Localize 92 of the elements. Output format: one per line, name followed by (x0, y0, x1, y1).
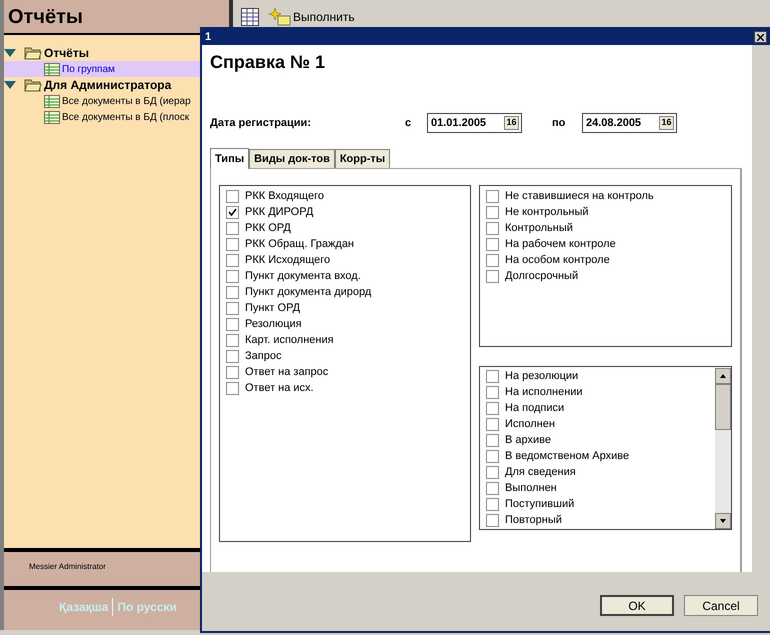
close-icon (757, 34, 764, 40)
field-label: с (405, 116, 412, 131)
checkbox[interactable] (226, 254, 239, 266)
star-icon (269, 8, 291, 26)
panel-title: Отчёты (8, 4, 83, 30)
checkbox-label: Выполнен (505, 480, 557, 496)
checkbox-label: Пункт документа вход. (245, 268, 361, 284)
checkbox-label: РКК ДИРОРД (245, 204, 314, 220)
table-icon (44, 62, 60, 76)
checkbox[interactable] (226, 318, 239, 330)
grid-icon[interactable] (241, 8, 259, 26)
scrollbar[interactable] (715, 368, 731, 529)
checkbox-label: РКК Входящего (245, 188, 324, 204)
checkbox-label: В ведомственом Архиве (505, 448, 630, 464)
checkbox[interactable] (486, 402, 499, 414)
checkbox[interactable] (226, 190, 239, 202)
checkbox[interactable] (226, 206, 239, 218)
calendar-button[interactable]: 16 (659, 116, 674, 130)
checkbox-label: Пункт документа дирорд (245, 284, 372, 300)
scroll-thumb[interactable] (715, 384, 731, 430)
checkbox[interactable] (486, 386, 499, 398)
checkbox[interactable] (226, 302, 239, 314)
checkbox[interactable] (226, 366, 239, 378)
checkbox[interactable] (486, 254, 499, 266)
window-title: 1 (205, 30, 212, 45)
checkbox[interactable] (486, 482, 499, 494)
checkbox[interactable] (486, 270, 499, 282)
folder-icon (24, 46, 42, 60)
close-button[interactable] (754, 31, 767, 43)
field-label: Дата регистрации: (210, 116, 312, 131)
checkbox-label: Резолюция (245, 316, 302, 332)
checkbox-label: Не контрольный (505, 204, 589, 220)
expanded-triangle-icon[interactable] (4, 81, 16, 89)
checkbox-label: Не ставившиеся на контроль (505, 188, 654, 204)
checkbox[interactable] (486, 498, 499, 510)
checkbox-label: Контрольный (505, 220, 573, 236)
checkbox-label: РКК ОРД (245, 220, 291, 236)
run-button[interactable]: Выполнить (269, 8, 355, 26)
checkbox-label: Для сведения (505, 464, 576, 480)
checkbox-label: Повторный (505, 512, 562, 528)
calendar-button[interactable]: 16 (504, 116, 519, 130)
checkbox[interactable] (486, 238, 499, 250)
checkbox-label: Запрос (245, 348, 282, 364)
checkbox[interactable] (486, 450, 499, 462)
checkbox-label: Долгосрочный (505, 268, 578, 284)
checkbox[interactable] (486, 222, 499, 234)
checkbox[interactable] (226, 222, 239, 234)
checkbox[interactable] (486, 418, 499, 430)
checkbox[interactable] (486, 206, 499, 218)
checkbox[interactable] (486, 370, 499, 382)
dialog-button[interactable]: OK (600, 595, 674, 616)
checkbox-label: На исполнении (505, 384, 583, 400)
checkbox[interactable] (226, 334, 239, 346)
checkbox[interactable] (226, 238, 239, 250)
checkbox-label: Поступивший (505, 496, 574, 512)
scroll-down-icon[interactable] (715, 513, 731, 529)
checkbox[interactable] (226, 382, 239, 394)
checkbox-label: Ответ на исх. (245, 380, 314, 396)
scroll-up-icon[interactable] (715, 368, 731, 384)
checkbox-label: Исполнен (505, 416, 555, 432)
checkbox[interactable] (486, 514, 499, 526)
table-icon (44, 110, 60, 124)
expanded-triangle-icon[interactable] (4, 49, 16, 57)
tab[interactable]: Корр-ты (334, 149, 390, 168)
tab[interactable]: Типы (210, 148, 250, 169)
checkbox-label: На рабочем контроле (505, 236, 616, 252)
checkbox-label: РКК Обращ. Граждан (245, 236, 354, 252)
field-label: по (552, 116, 566, 131)
checkbox-label: Ответ на запрос (245, 364, 328, 380)
checkbox[interactable] (486, 190, 499, 202)
tree-folder[interactable]: Для Администратора (44, 76, 172, 94)
checkbox[interactable] (486, 466, 499, 478)
checkbox-label: Карт. исполнения (245, 332, 334, 348)
checkbox[interactable] (226, 350, 239, 362)
dialog-button[interactable]: Cancel (684, 595, 758, 616)
checkbox[interactable] (486, 434, 499, 446)
date-field[interactable]: 24.08.2005 16 (582, 113, 677, 133)
checkbox-label: На резолюции (505, 368, 578, 384)
checkbox[interactable] (226, 270, 239, 282)
table-icon (44, 94, 60, 108)
tab[interactable]: Виды док-тов (249, 149, 335, 168)
user-name: Messier Administrator (29, 562, 106, 571)
folder-icon (24, 78, 42, 92)
checkbox[interactable] (226, 286, 239, 298)
checkbox-label: На особом контроле (505, 252, 610, 268)
checkbox-label: В архиве (505, 432, 551, 448)
date-field[interactable]: 01.01.2005 16 (427, 113, 522, 133)
tree-item[interactable]: Все документы в БД (иерар (4, 93, 229, 109)
tree-folder[interactable]: Отчёты (44, 44, 89, 62)
checkbox-label: На подписи (505, 400, 564, 416)
checkbox-label: Пункт ОРД (245, 300, 300, 316)
checkbox-label: РКК Исходящего (245, 252, 330, 268)
